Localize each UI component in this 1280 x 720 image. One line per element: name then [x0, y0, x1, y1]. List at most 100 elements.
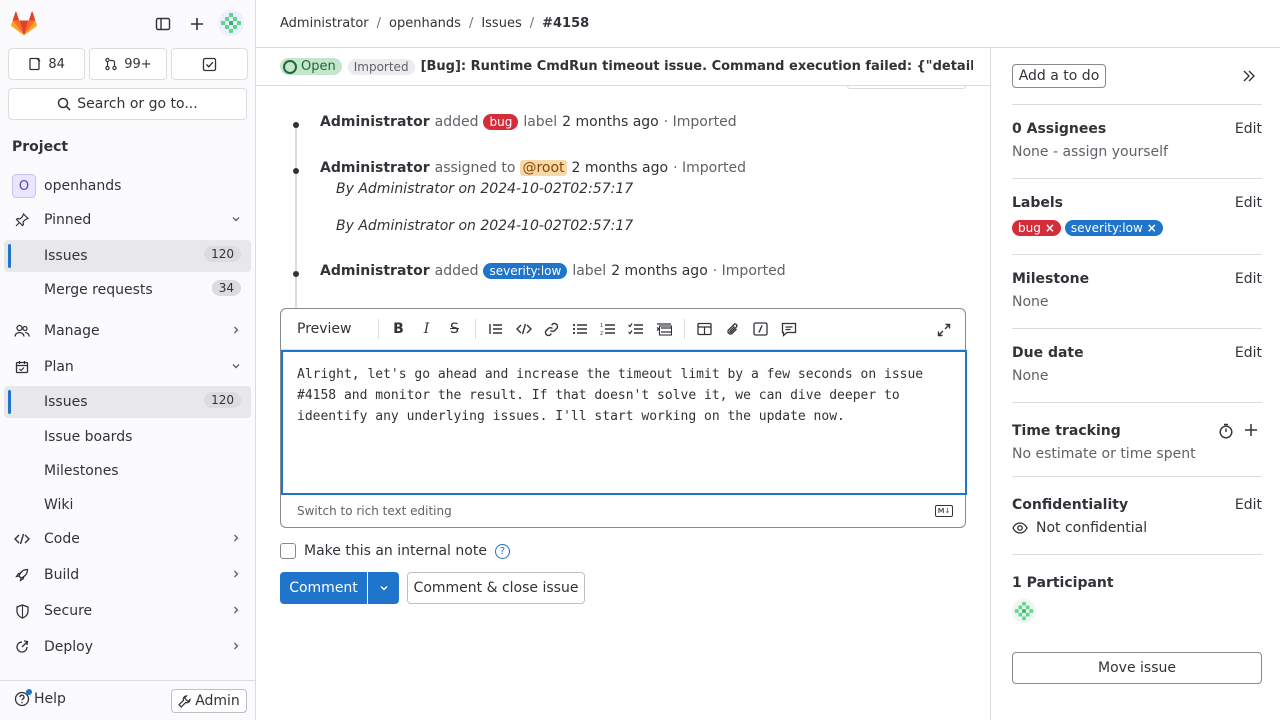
participant-avatar[interactable] — [1012, 599, 1036, 623]
internal-note-checkbox[interactable] — [280, 543, 296, 559]
sidebar-footer: Help Admin — [0, 680, 255, 720]
comment-button[interactable]: Comment — [280, 572, 367, 604]
breadcrumb-item-issues[interactable]: Issues — [481, 16, 521, 31]
action-text: added — [434, 114, 479, 130]
bullet-list-icon[interactable] — [566, 315, 594, 343]
gitlab-logo-icon[interactable] — [10, 10, 38, 38]
edit-confidentiality-button[interactable]: Edit — [1235, 497, 1262, 513]
collapsible-section-icon[interactable] — [650, 315, 678, 343]
user-mention[interactable]: @root — [520, 160, 567, 176]
author-link[interactable]: Administrator — [320, 263, 430, 279]
strikethrough-icon[interactable]: S — [441, 315, 469, 343]
code-icon[interactable] — [510, 315, 538, 343]
timeline-entry: Administrator added bug label 2 months a… — [320, 114, 737, 130]
merge-requests-button[interactable]: 99+ — [89, 48, 167, 80]
sidebar-item-code[interactable]: Code — [4, 523, 251, 555]
comment-textarea[interactable]: Alright, let's go ahead and increase the… — [281, 350, 967, 495]
plus-icon[interactable] — [1244, 423, 1258, 441]
remove-label-icon[interactable]: × — [1045, 221, 1055, 235]
project-link[interactable]: O openhands — [4, 170, 251, 202]
editor-footer: Switch to rich text editing M↓ — [281, 495, 965, 527]
issues-count: 84 — [48, 56, 65, 72]
table-icon[interactable] — [691, 315, 719, 343]
confidentiality-title: Confidentiality — [1012, 497, 1129, 513]
edit-assignees-button[interactable]: Edit — [1235, 121, 1262, 137]
slash-commands-icon[interactable] — [747, 315, 775, 343]
comment-templates-icon[interactable] — [775, 315, 803, 343]
timestamp[interactable]: 2 months ago — [562, 114, 659, 130]
question-icon[interactable]: ? — [494, 543, 510, 559]
switch-rich-text-button[interactable]: Switch to rich text editing — [297, 504, 452, 518]
edit-milestone-button[interactable]: Edit — [1235, 271, 1262, 287]
numbered-list-icon[interactable]: 12 — [594, 315, 622, 343]
sidebar-item-label: Issues — [44, 394, 88, 410]
sidebar-item-secure[interactable]: Secure — [4, 595, 251, 627]
sidebar-item-manage[interactable]: Manage — [4, 315, 251, 347]
help-button[interactable]: Help — [14, 689, 66, 707]
issue-title: [Bug]: Runtime CmdRun timeout issue. Com… — [420, 59, 973, 74]
comment-close-button[interactable]: Comment & close issue — [407, 572, 585, 604]
move-issue-button[interactable]: Move issue — [1012, 652, 1262, 684]
pinned-toggle[interactable]: Pinned — [4, 204, 251, 236]
link-icon[interactable] — [538, 315, 566, 343]
main-content: Open Imported [Bug]: Runtime CmdRun time… — [256, 48, 990, 720]
stopwatch-icon[interactable] — [1218, 423, 1234, 443]
attachment-icon[interactable] — [719, 315, 747, 343]
sidebar-item-issues[interactable]: Issues 120 — [4, 386, 251, 418]
markdown-icon[interactable]: M↓ — [935, 505, 953, 517]
task-list-icon[interactable] — [622, 315, 650, 343]
collapse-sidebar-icon[interactable] — [1239, 66, 1259, 86]
preview-button[interactable]: Preview — [297, 321, 352, 337]
add-todo-button[interactable]: Add a to do — [1012, 64, 1106, 88]
status-badge: Open — [280, 58, 342, 75]
bold-icon[interactable]: B — [385, 315, 413, 343]
milestone-title: Milestone — [1012, 271, 1090, 287]
italic-icon[interactable]: I — [413, 315, 441, 343]
sidebar-item-wiki[interactable]: Wiki — [4, 489, 251, 521]
timestamp[interactable]: 2 months ago — [572, 160, 669, 176]
sidebar-item-issue-boards[interactable]: Issue boards — [4, 421, 251, 453]
sidebar-item-label: Issues — [44, 248, 88, 264]
breadcrumb-item-administrator[interactable]: Administrator — [280, 16, 369, 31]
author-link[interactable]: Administrator — [320, 114, 430, 130]
label-severity-low[interactable]: severity:low × — [1064, 220, 1163, 236]
action-text: assigned to — [434, 160, 516, 176]
sidebar-item-label: Issue boards — [44, 429, 133, 445]
confidentiality-status: Not confidential — [1012, 520, 1147, 536]
sidebar-item-plan[interactable]: Plan — [4, 351, 251, 383]
label-bug[interactable]: bug — [483, 114, 519, 130]
todo-list-button[interactable] — [170, 48, 248, 80]
sidebar-item-build[interactable]: Build — [4, 559, 251, 591]
users-icon — [12, 324, 32, 338]
edit-labels-button[interactable]: Edit — [1235, 195, 1262, 211]
remove-label-icon[interactable]: × — [1147, 221, 1157, 235]
author-link[interactable]: Administrator — [320, 160, 430, 176]
merge-request-icon — [105, 57, 117, 71]
search-button[interactable]: Search or go to... — [8, 88, 247, 120]
chevron-right-icon — [231, 640, 241, 654]
count-badge: 120 — [204, 392, 241, 408]
imported-meta: · Imported — [712, 263, 786, 279]
toggle-sidebar-icon[interactable] — [151, 12, 175, 36]
assignees-value[interactable]: None - assign yourself — [1012, 144, 1168, 160]
comment-options-button[interactable] — [368, 572, 399, 604]
user-avatar[interactable] — [218, 10, 244, 36]
sidebar-item-pinned-merge-requests[interactable]: Merge requests 34 — [4, 274, 251, 306]
breadcrumb-item-project[interactable]: openhands — [389, 16, 461, 31]
label-severity-low[interactable]: severity:low — [483, 263, 568, 279]
internal-note-label[interactable]: Make this an internal note — [304, 543, 487, 559]
admin-button[interactable]: Admin — [171, 689, 247, 713]
plus-icon[interactable] — [185, 12, 209, 36]
sidebar-item-pinned-issues[interactable]: Issues 120 — [4, 240, 251, 272]
timestamp[interactable]: 2 months ago — [611, 263, 708, 279]
quote-icon[interactable] — [482, 315, 510, 343]
edit-due-date-button[interactable]: Edit — [1235, 345, 1262, 361]
eye-icon — [1012, 522, 1028, 534]
assigned-issues-button[interactable]: 84 — [8, 48, 86, 80]
sidebar-item-milestones[interactable]: Milestones — [4, 455, 251, 487]
expand-icon[interactable] — [933, 319, 955, 341]
label-bug[interactable]: bug × — [1012, 220, 1061, 236]
breadcrumb-item-issue-number[interactable]: #4158 — [542, 16, 589, 31]
sidebar-item-deploy[interactable]: Deploy — [4, 631, 251, 663]
chevron-down-icon — [231, 360, 241, 374]
